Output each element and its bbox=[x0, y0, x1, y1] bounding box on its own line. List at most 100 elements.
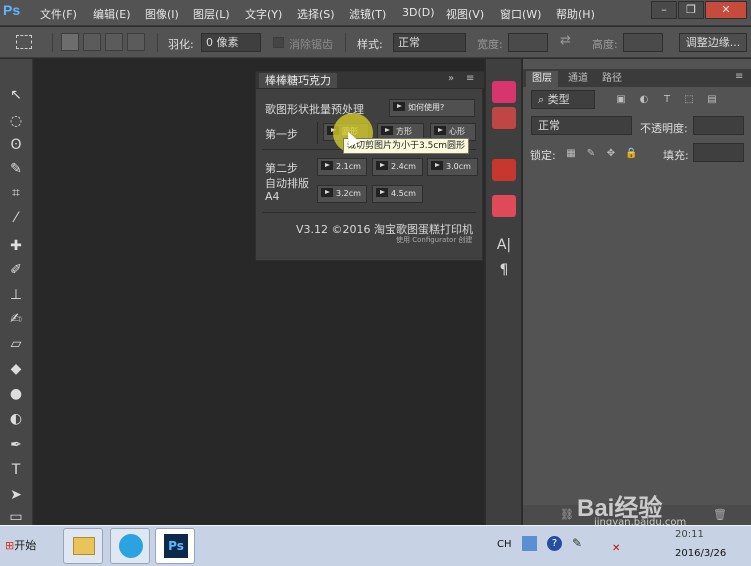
divider bbox=[345, 33, 346, 52]
tab-paths[interactable]: 路径 bbox=[596, 71, 628, 87]
adjustment-filter-icon[interactable]: ◐ bbox=[638, 94, 650, 106]
panel-icon-strip: A| ¶ bbox=[485, 59, 522, 525]
start-button[interactable]: ⊞开始 bbox=[1, 530, 43, 562]
character-panel-icon[interactable]: A| bbox=[492, 234, 516, 256]
subtract-selection-icon[interactable] bbox=[105, 33, 123, 51]
lock-all-icon[interactable]: 🔒 bbox=[625, 148, 637, 160]
language-indicator[interactable]: CH bbox=[497, 539, 512, 550]
intersect-selection-icon[interactable] bbox=[127, 33, 145, 51]
width-input[interactable] bbox=[508, 33, 548, 52]
add-selection-icon[interactable] bbox=[83, 33, 101, 51]
menu-window[interactable]: 窗口(W) bbox=[500, 6, 541, 21]
quick-select-icon[interactable]: ✎ bbox=[5, 159, 27, 179]
network-warning-icon[interactable]: ✕ bbox=[612, 543, 620, 554]
lock-paint-icon[interactable]: ✎ bbox=[585, 148, 597, 160]
eyedropper-icon[interactable]: ⁄ bbox=[5, 208, 27, 228]
type-filter-icon[interactable]: T bbox=[661, 94, 673, 106]
tray-pen-icon[interactable]: ✎ bbox=[572, 536, 582, 550]
layer-filter-select[interactable]: ⌕ 类型 bbox=[531, 90, 595, 109]
menu-type[interactable]: 文字(Y) bbox=[245, 6, 282, 21]
menu-filter[interactable]: 滤镜(T) bbox=[349, 6, 386, 21]
tab-channels[interactable]: 通道 bbox=[562, 71, 594, 87]
tray-app-icon[interactable] bbox=[522, 536, 537, 551]
menu-3d[interactable]: 3D(D) bbox=[402, 6, 435, 20]
menu-select[interactable]: 选择(S) bbox=[297, 6, 335, 21]
size-4-5-button[interactable]: 4.5cm bbox=[372, 185, 423, 203]
collapse-icon[interactable]: » bbox=[448, 73, 454, 84]
taskbar-browser[interactable] bbox=[110, 528, 150, 564]
pen-tool-icon[interactable]: ✒ bbox=[5, 435, 27, 455]
smart-object-filter-icon[interactable]: ▤ bbox=[706, 94, 718, 106]
style-select[interactable]: 正常 bbox=[393, 33, 466, 52]
menu-view[interactable]: 视图(V) bbox=[446, 6, 484, 21]
close-button[interactable]: ✕ bbox=[705, 1, 747, 19]
antialias-checkbox[interactable] bbox=[273, 37, 284, 48]
new-selection-icon[interactable] bbox=[61, 33, 79, 51]
marquee-tool-icon[interactable]: ◌ bbox=[5, 111, 27, 131]
lollipop-icon[interactable] bbox=[492, 81, 516, 103]
opacity-input[interactable] bbox=[693, 116, 744, 135]
plugin-panel: 棒棒糖巧克力 » ≡ 歌图形状批量预处理 如何使用? 第一步 圆形 方形 心形 … bbox=[255, 71, 484, 261]
menu-help[interactable]: 帮助(H) bbox=[556, 6, 595, 21]
feather-input[interactable]: 0 像素 bbox=[201, 33, 261, 52]
lock-transparent-icon[interactable]: ▦ bbox=[565, 148, 577, 160]
lasso-tool-icon[interactable]: ʘ bbox=[5, 135, 27, 155]
clock-time[interactable]: 20:11 bbox=[675, 529, 704, 540]
paragraph-panel-icon[interactable]: ¶ bbox=[492, 259, 516, 281]
height-input[interactable] bbox=[623, 33, 663, 52]
antialias-label: 消除锯齿 bbox=[289, 38, 333, 51]
tab-layers[interactable]: 图层 bbox=[526, 71, 558, 87]
clock-date[interactable]: 2016/3/26 bbox=[675, 548, 726, 559]
fill-input[interactable] bbox=[693, 143, 744, 162]
stamp-tool-icon[interactable]: ⊥ bbox=[5, 285, 27, 305]
move-tool-icon[interactable]: ↖ bbox=[5, 85, 27, 105]
plugin-tab-title[interactable]: 棒棒糖巧克力 bbox=[259, 73, 337, 88]
paint-bucket-icon[interactable]: ◆ bbox=[5, 359, 27, 379]
maximize-button[interactable]: ❐ bbox=[678, 1, 704, 19]
panel-menu-icon[interactable]: ≡ bbox=[466, 73, 474, 84]
dodge-tool-icon[interactable]: ◐ bbox=[5, 409, 27, 429]
swap-icon[interactable]: ⇄ bbox=[560, 33, 571, 48]
blend-mode-select[interactable]: 正常 bbox=[531, 116, 632, 135]
size-3-2-button[interactable]: 3.2cm bbox=[317, 185, 367, 203]
refine-edge-button[interactable]: 调整边缘... bbox=[679, 33, 747, 52]
size-3-0-button[interactable]: 3.0cm bbox=[427, 158, 478, 176]
taskbar-explorer[interactable] bbox=[63, 528, 103, 564]
menu-image[interactable]: 图像(I) bbox=[145, 6, 179, 21]
minimize-button[interactable]: – bbox=[651, 1, 677, 19]
menu-edit[interactable]: 编辑(E) bbox=[93, 6, 131, 21]
cake-icon[interactable] bbox=[492, 107, 516, 129]
tooltip: 裁切剪图片为小于3.5cm圆形 bbox=[343, 138, 470, 154]
link-layers-icon[interactable]: ⛓ bbox=[560, 508, 574, 521]
blur-tool-icon[interactable]: ● bbox=[5, 384, 27, 404]
panel-menu-icon[interactable]: ≡ bbox=[735, 71, 743, 82]
path-select-icon[interactable]: ➤ bbox=[5, 485, 27, 505]
divider bbox=[317, 122, 318, 144]
brush-tool-icon[interactable]: ✐ bbox=[5, 260, 27, 280]
menu-layer[interactable]: 图层(L) bbox=[193, 6, 230, 21]
eraser-tool-icon[interactable]: ▱ bbox=[5, 334, 27, 354]
shape-filter-icon[interactable]: ⬚ bbox=[683, 94, 695, 106]
image-filter-icon[interactable]: ▣ bbox=[615, 94, 627, 106]
size-2-4-button[interactable]: 2.4cm bbox=[372, 158, 423, 176]
help-icon[interactable]: ? bbox=[547, 536, 562, 551]
lock-position-icon[interactable]: ✥ bbox=[605, 148, 617, 160]
play-icon bbox=[321, 188, 333, 197]
step1-label: 第一步 bbox=[265, 128, 298, 141]
help-button[interactable]: 如何使用? bbox=[389, 99, 475, 117]
shape-tool-icon[interactable]: ▭ bbox=[5, 507, 27, 527]
size-2-4-label: 2.4cm bbox=[391, 162, 416, 171]
menu-file[interactable]: 文件(F) bbox=[40, 6, 77, 21]
history-brush-icon[interactable]: ✍ bbox=[5, 309, 27, 329]
taskbar-photoshop[interactable]: Ps bbox=[155, 528, 195, 564]
badge-icon[interactable] bbox=[492, 159, 516, 181]
play-icon bbox=[376, 161, 388, 170]
play-panel-icon[interactable] bbox=[492, 195, 516, 217]
type-tool-icon[interactable]: T bbox=[5, 460, 27, 480]
healing-brush-icon[interactable]: ✚ bbox=[5, 236, 27, 256]
delete-layer-icon[interactable]: 🗑 bbox=[713, 508, 727, 521]
marquee-tool-icon[interactable] bbox=[16, 35, 32, 49]
size-2-1-button[interactable]: 2.1cm bbox=[317, 158, 367, 176]
crop-tool-icon[interactable]: ⌗ bbox=[5, 183, 27, 203]
width-label: 宽度: bbox=[477, 38, 503, 51]
